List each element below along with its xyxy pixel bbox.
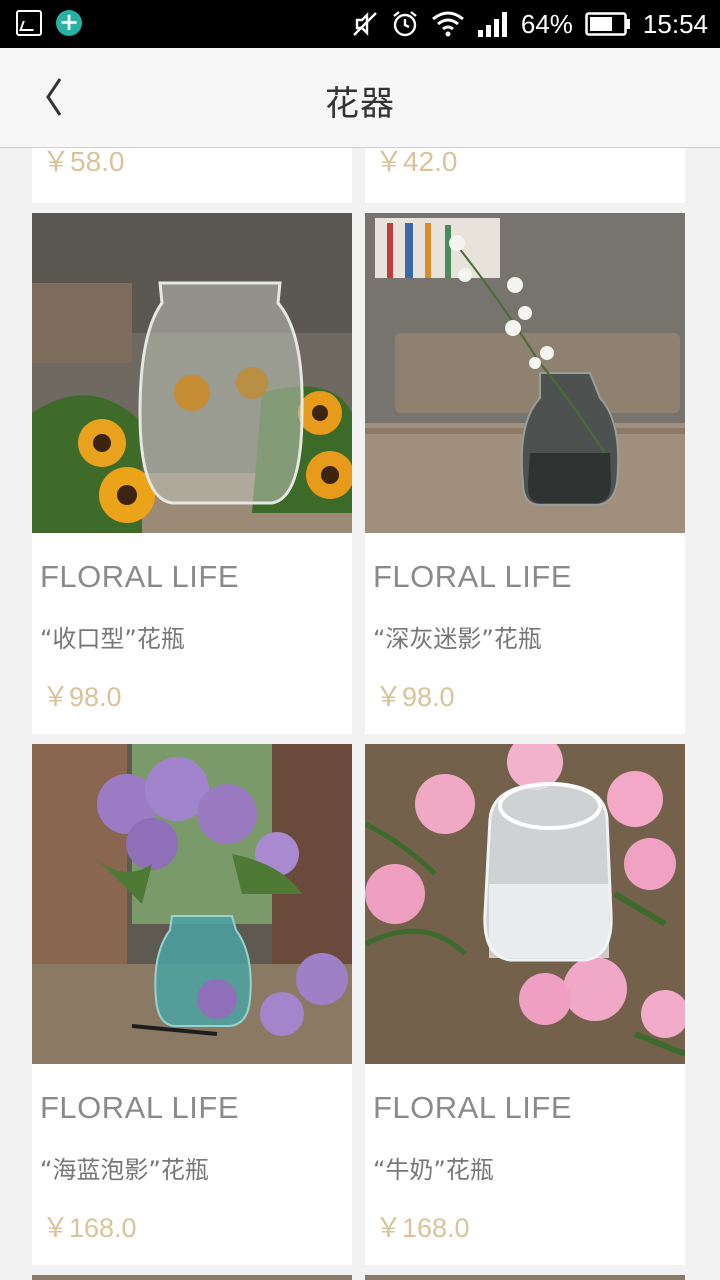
product-card[interactable]: FLORAL LIFE “海蓝泡影”花瓶 ￥168.0 [32, 744, 352, 1265]
status-bar: + 64% 15:54 [0, 0, 720, 48]
product-name: “海蓝泡影”花瓶 [40, 1156, 209, 1184]
product-image[interactable] [32, 213, 352, 533]
product-card[interactable]: FLORAL LIFE “深灰迷影”花瓶 ￥98.0 [365, 213, 685, 734]
product-price: ￥58.0 [42, 148, 125, 177]
add-badge-icon: + [56, 10, 82, 36]
product-name: “牛奶”花瓶 [373, 1156, 494, 1184]
battery-percent: 64% [520, 8, 573, 39]
gallery-icon [16, 10, 42, 36]
mute-icon [353, 12, 377, 36]
product-card[interactable] [365, 1275, 685, 1280]
alarm-icon [393, 11, 417, 37]
product-price: ￥42.0 [375, 148, 458, 177]
wifi-icon [431, 11, 464, 37]
signal-icon [477, 12, 507, 37]
product-brand: FLORAL LIFE [40, 1090, 240, 1125]
product-name: “收口型”花瓶 [40, 625, 185, 653]
product-name: “深灰迷影”花瓶 [373, 625, 542, 653]
battery-icon [585, 12, 630, 36]
page-title: 花器 [325, 84, 395, 124]
product-price: ￥98.0 [375, 682, 455, 712]
product-image[interactable] [365, 744, 685, 1064]
product-card[interactable]: ￥58.0 [32, 148, 352, 203]
product-image[interactable] [365, 213, 685, 533]
product-brand: FLORAL LIFE [373, 1090, 573, 1125]
product-grid[interactable]: ￥58.0 ￥42.0 FLORAL LIFE “收口型”花瓶 ￥98.0 FL… [0, 148, 720, 1280]
product-price: ￥98.0 [42, 682, 122, 712]
product-card[interactable]: FLORAL LIFE “收口型”花瓶 ￥98.0 [32, 213, 352, 734]
product-price: ￥168.0 [42, 1213, 137, 1243]
product-card[interactable]: ￥42.0 [365, 148, 685, 203]
product-price: ￥168.0 [375, 1213, 470, 1243]
product-brand: FLORAL LIFE [373, 559, 573, 594]
app-header: 花器 [0, 48, 720, 148]
product-brand: FLORAL LIFE [40, 559, 240, 594]
product-image[interactable] [32, 744, 352, 1064]
product-card[interactable]: FLORAL LIFE “牛奶”花瓶 ￥168.0 [365, 744, 685, 1265]
clock: 15:54 [642, 8, 708, 39]
product-card[interactable] [32, 1275, 352, 1280]
